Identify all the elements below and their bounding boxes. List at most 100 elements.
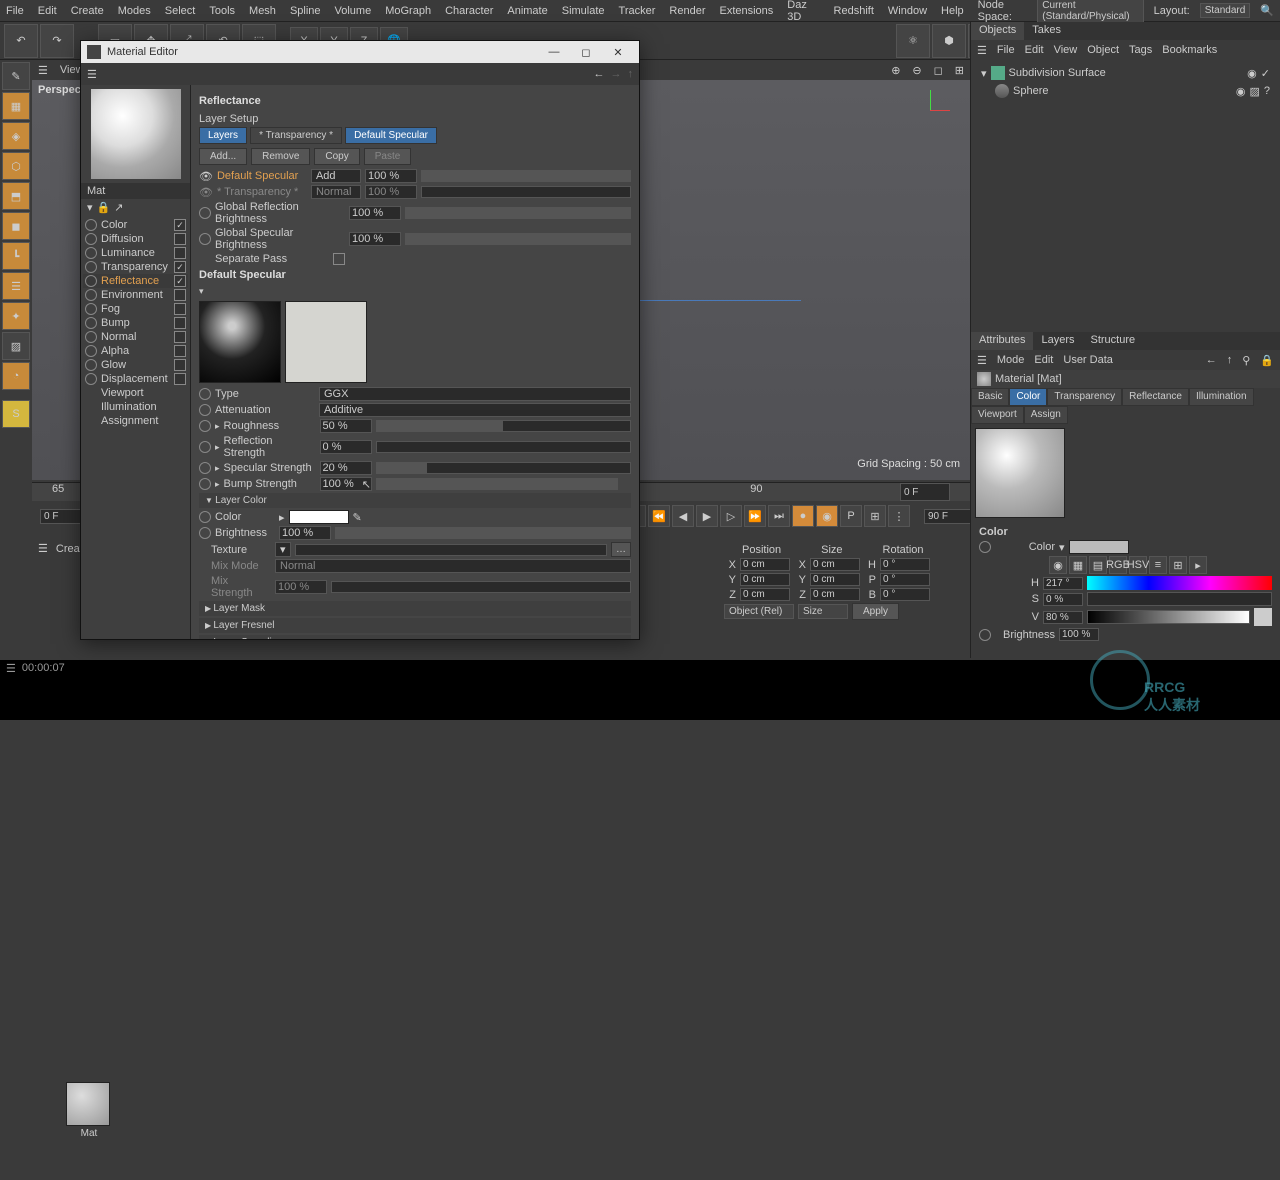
anim-dot-icon[interactable] <box>199 388 211 400</box>
transparency-tab[interactable]: Transparency <box>1047 388 1122 406</box>
search-icon[interactable]: 🔍 <box>1260 4 1274 17</box>
basic-tab[interactable]: Basic <box>971 388 1009 406</box>
nodespace-dropdown[interactable]: Current (Standard/Physical) <box>1037 0 1143 24</box>
hue-slider[interactable] <box>1087 576 1272 590</box>
material-slot[interactable] <box>66 1082 110 1126</box>
menu-modes[interactable]: Modes <box>118 5 151 17</box>
filter-icon[interactable]: ⚲ <box>1242 354 1250 367</box>
hamburger-icon[interactable]: ☰ <box>38 542 48 555</box>
maximize-button[interactable]: ◻ <box>571 43 601 61</box>
transparency-layer-row[interactable]: 👁 * Transparency * Normal <box>199 185 631 199</box>
obj-view-menu[interactable]: View <box>1054 44 1078 56</box>
expand-icon[interactable]: ▸ <box>215 479 220 490</box>
layer-color-section[interactable]: Layer Color <box>199 493 631 508</box>
checkbox-icon[interactable] <box>174 261 186 273</box>
rgb-button[interactable]: RGB <box>1109 556 1127 574</box>
tag-icon[interactable]: ✓ <box>1261 67 1270 80</box>
menu-redshift[interactable]: Redshift <box>834 5 874 17</box>
anim-dot-icon[interactable] <box>199 527 211 539</box>
layer-sampling-section[interactable]: Layer Sampling <box>199 635 631 639</box>
make-editable-icon[interactable]: ✎ <box>2 62 30 90</box>
menu-volume[interactable]: Volume <box>335 5 372 17</box>
eye-icon[interactable]: 👁 <box>199 170 213 183</box>
anim-dot-icon[interactable] <box>979 629 991 641</box>
up-icon[interactable]: ↑ <box>628 68 634 80</box>
rough-input[interactable] <box>320 419 372 433</box>
h-input[interactable] <box>1043 577 1083 590</box>
size-x-input[interactable] <box>810 558 860 571</box>
checkbox-icon[interactable] <box>174 233 186 245</box>
axis-gizmo[interactable] <box>910 90 950 130</box>
reflectance-tab[interactable]: Reflectance <box>1122 388 1189 406</box>
attr-mode-menu[interactable]: Mode <box>997 354 1025 366</box>
layer-mask-section[interactable]: Layer Mask <box>199 601 631 616</box>
pos-z-input[interactable] <box>740 588 790 601</box>
checkbox-icon[interactable] <box>174 303 186 315</box>
checkbox-icon[interactable] <box>174 331 186 343</box>
layer-fresnel-section[interactable]: Layer Fresnel <box>199 618 631 633</box>
menu-tracker[interactable]: Tracker <box>619 5 656 17</box>
texture-dropdown[interactable]: ▾ <box>275 542 291 557</box>
channel-assignment[interactable]: Assignment <box>83 414 188 428</box>
window-titlebar[interactable]: Material Editor — ◻ ✕ <box>81 41 639 63</box>
cluster-tool[interactable]: ⬢ <box>932 24 966 58</box>
pos-x-input[interactable] <box>740 558 790 571</box>
obj-object-menu[interactable]: Object <box>1087 44 1119 56</box>
axis-mode-icon[interactable]: ┗ <box>2 242 30 270</box>
anim-dot-icon[interactable] <box>199 404 211 416</box>
size-z-input[interactable] <box>810 588 860 601</box>
menu-tools[interactable]: Tools <box>209 5 235 17</box>
channel-luminance[interactable]: Luminance <box>83 246 188 260</box>
bright-input[interactable] <box>279 526 331 540</box>
menu-render[interactable]: Render <box>669 5 705 17</box>
checkbox-icon[interactable] <box>174 247 186 259</box>
spec-input[interactable] <box>320 461 372 475</box>
viewport-icon-3[interactable]: ◻ <box>934 64 943 77</box>
menu-animate[interactable]: Animate <box>507 5 547 17</box>
spec-slider[interactable] <box>376 462 631 474</box>
menu-select[interactable]: Select <box>165 5 196 17</box>
tag-unknown-icon[interactable]: ? <box>1264 85 1270 97</box>
apply-button[interactable]: Apply <box>852 603 899 620</box>
layer-color-swatch[interactable] <box>289 510 349 524</box>
channel-bump[interactable]: Bump <box>83 316 188 330</box>
sculpt-icon[interactable]: ◔ <box>2 362 30 390</box>
bright-slider[interactable] <box>335 527 631 539</box>
tree-row-sphere[interactable]: Sphere ◉ ▨ ? <box>975 82 1276 100</box>
record-button[interactable]: ● <box>792 505 814 527</box>
coord-mode-dropdown[interactable]: Object (Rel) <box>724 604 794 619</box>
poly-mode-icon[interactable]: ◼ <box>2 212 30 240</box>
chevron-down-icon[interactable]: ▾ <box>1059 541 1065 554</box>
texture-mode-icon[interactable]: ◈ <box>2 122 30 150</box>
layer-opacity-slider[interactable] <box>421 170 631 182</box>
val-slider[interactable] <box>1087 610 1250 624</box>
obj-edit-menu[interactable]: Edit <box>1025 44 1044 56</box>
undo-button[interactable]: ↶ <box>4 24 38 58</box>
layer-opacity-slider[interactable] <box>421 186 631 198</box>
channel-color[interactable]: Color <box>83 218 188 232</box>
checkbox-icon[interactable] <box>174 289 186 301</box>
chevron-down-icon[interactable]: ▾ <box>199 286 204 296</box>
picker-icon[interactable]: ▤ <box>1089 556 1107 574</box>
menu-spline[interactable]: Spline <box>290 5 321 17</box>
layer-opacity-input[interactable] <box>365 185 417 199</box>
separate-pass-checkbox[interactable] <box>333 253 345 265</box>
color-tab[interactable]: Color <box>1009 388 1047 406</box>
mixstr-input[interactable] <box>275 580 327 594</box>
tree-row-subdiv[interactable]: ▾ Subdivision Surface ◉ ✓ <box>975 64 1276 82</box>
back-icon[interactable]: ← <box>594 68 605 80</box>
obj-tags-menu[interactable]: Tags <box>1129 44 1152 56</box>
layers-tab[interactable]: Layers <box>199 127 247 144</box>
anim-dot-icon[interactable] <box>199 207 211 219</box>
layers-icon[interactable]: ☰ <box>2 272 30 300</box>
layer-opacity-input[interactable] <box>365 169 417 183</box>
channel-glow[interactable]: Glow <box>83 358 188 372</box>
menu-help[interactable]: Help <box>941 5 964 17</box>
structure-tab[interactable]: Structure <box>1083 332 1144 350</box>
anim-dot-icon[interactable] <box>199 511 211 523</box>
close-button[interactable]: ✕ <box>603 43 633 61</box>
mixstr-slider[interactable] <box>331 581 631 593</box>
tweak-icon[interactable]: ✦ <box>2 302 30 330</box>
time-end2-field[interactable] <box>924 509 974 524</box>
hamburger-icon[interactable]: ☰ <box>977 44 987 57</box>
